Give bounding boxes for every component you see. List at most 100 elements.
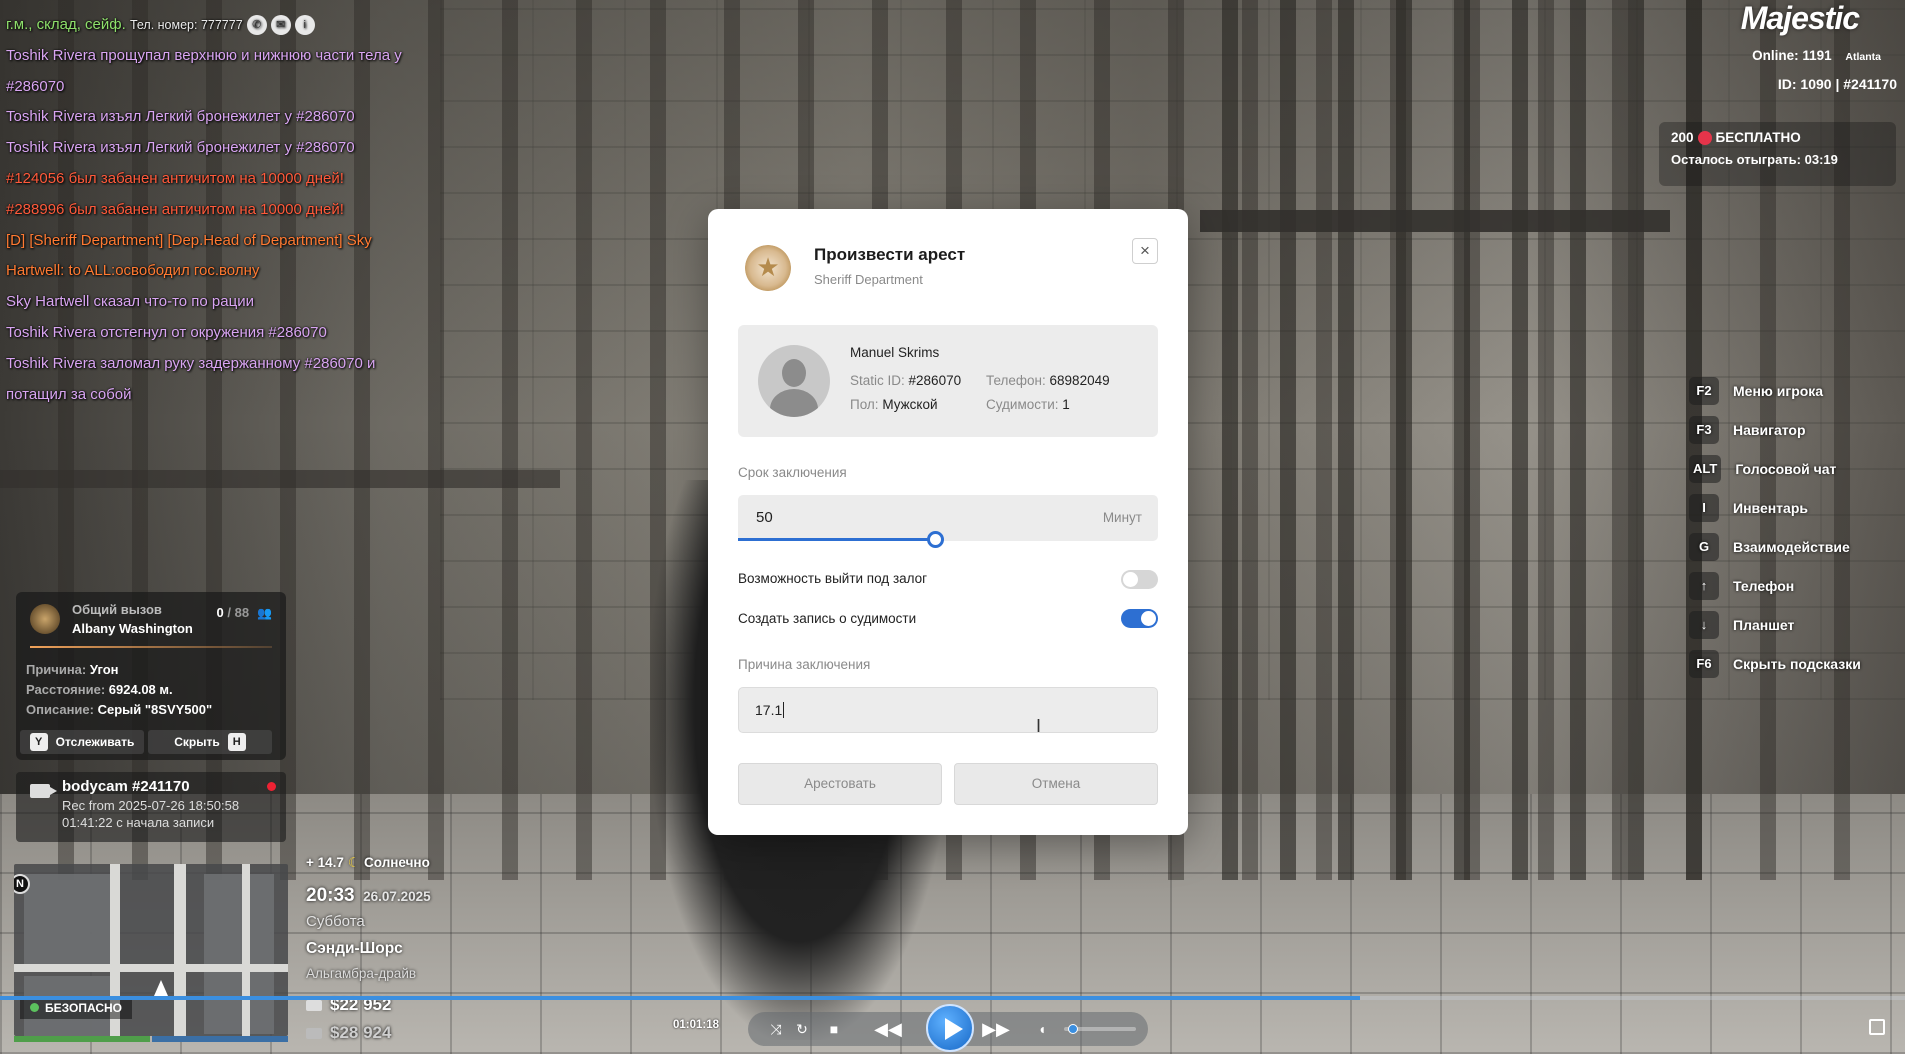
bodycam-rec-start: Rec from 2025-07-26 18:50:58 <box>62 798 240 813</box>
armor-bar <box>152 1036 288 1042</box>
cell-bars-right <box>1180 0 1710 880</box>
arrow-down-icon: ↓ <box>1689 610 1719 639</box>
key-cap: H <box>227 733 246 751</box>
suspect-convictions: Судимости: 1 <box>986 397 1070 412</box>
record-toggle[interactable] <box>1121 609 1158 628</box>
chat-line: #286070 <box>6 77 65 95</box>
chat-line: Toshik Rivera изъял Легкий бронежилет у … <box>6 139 355 157</box>
online-value: 1191 <box>1802 48 1832 63</box>
fast-forward-icon[interactable]: ▶▶ <box>976 1017 1016 1041</box>
close-button[interactable]: × <box>1132 238 1158 264</box>
term-label: Срок заключения <box>738 465 847 480</box>
coin-icon <box>1697 131 1712 146</box>
camera-icon <box>30 784 57 798</box>
stop-icon[interactable]: ■ <box>824 1017 844 1041</box>
arrow-up-icon: ↑ <box>1689 571 1719 600</box>
chat-line: Sky Hartwell сказал что-то по рации <box>6 293 254 311</box>
key-cap: F6 <box>1689 649 1719 678</box>
player-arrow-icon <box>154 980 168 996</box>
bail-option-label: Возможность выйти под залог <box>738 571 928 586</box>
shuffle-icon[interactable]: ⤨ <box>766 1017 786 1041</box>
suspect-phone: Телефон: 68982049 <box>986 373 1110 388</box>
reason-label: Причина заключения <box>738 657 871 672</box>
phone-icon[interactable]: ✆ <box>246 15 267 36</box>
hint-label: Голосовой чат <box>1735 460 1837 477</box>
suspect-sex: Пол: Мужской <box>850 397 938 412</box>
chat-feed: г.м., склад, сейф. Тел. номер: 777777 ✆ ✉ i… <box>6 10 436 410</box>
cell-beam <box>1200 210 1670 232</box>
term-value: 50 <box>756 509 773 526</box>
bodycam-title: bodycam #241170 <box>62 778 190 795</box>
hint-label: Взаимодействие <box>1733 538 1850 555</box>
phone-number-meta: Тел. номер: 777777 <box>129 18 243 32</box>
term-slider[interactable] <box>738 531 1158 548</box>
map-block <box>24 874 110 964</box>
hint-label: Меню игрока <box>1733 382 1824 399</box>
bodycam-overlay: bodycam #241170 Rec from 2025-07-26 18:5… <box>16 772 286 842</box>
player-id: ID: 1090 | #241170 <box>1777 76 1897 92</box>
map-road <box>242 864 250 1036</box>
call-type: Общий вызов <box>72 602 162 617</box>
recording-dot-icon <box>267 782 276 791</box>
bonus-amount: 200 <box>1671 130 1694 145</box>
bonus-free: БЕСПЛАТНО <box>1715 130 1801 145</box>
suspect-static-id: Static ID: #286070 <box>850 373 962 388</box>
moon-icon: ☾ <box>347 855 361 870</box>
reason-input[interactable]: 17.1 <box>738 687 1158 733</box>
video-timecode: 01:01:18 <box>673 1019 720 1031</box>
volume-slider[interactable] <box>1064 1024 1136 1034</box>
bonus-remaining-label: Осталось отыграть: <box>1671 152 1801 168</box>
key-cap: I <box>1689 493 1719 522</box>
message-icon[interactable]: ✉ <box>270 15 291 36</box>
term-slider-knob[interactable] <box>927 531 945 548</box>
info-icon[interactable]: i <box>294 15 315 36</box>
safe-zone-badge: БЕЗОПАСНО <box>20 999 132 1019</box>
bodycam-elapsed: 01:41:22 с начала записи <box>62 815 215 830</box>
chat-line: #124056 был забанен античитом на 10000 д… <box>6 169 344 187</box>
repeat-icon[interactable]: ↻ <box>792 1017 812 1041</box>
responders-count: 0 / 88 👥 <box>216 605 273 620</box>
chat-line: Hartwell: to ALL:освободил гос.волну <box>6 262 260 280</box>
record-option-label: Создать запись о судимости <box>738 611 917 626</box>
location-street: Альгамбра-драйв <box>306 966 417 981</box>
server-logo: Majestic <box>1740 0 1860 36</box>
rewind-icon[interactable]: ◀◀ <box>868 1017 908 1041</box>
fullscreen-icon[interactable] <box>1869 1019 1885 1035</box>
text-caret <box>783 702 785 718</box>
people-icon: 👥 <box>257 606 272 620</box>
chat-line: [D] [Sheriff Department] [Dep.Head of De… <box>6 231 372 249</box>
volume-icon[interactable]: ◖ <box>1032 1017 1052 1041</box>
hint-navigator: F3 Навигатор <box>1689 410 1899 449</box>
sheriff-badge-icon <box>30 604 60 634</box>
caller-name: Albany Washington <box>72 621 193 636</box>
shield-icon <box>30 1003 39 1012</box>
play-button[interactable] <box>926 1004 974 1052</box>
map-road <box>174 864 186 1036</box>
online-label: Online: <box>1752 48 1799 63</box>
arrest-button[interactable]: Арестовать <box>738 763 942 805</box>
track-call-button[interactable]: Y Отслеживать <box>20 730 144 754</box>
bonus-remaining-time: 03:19 <box>1804 152 1838 168</box>
volume-knob[interactable] <box>1068 1024 1078 1034</box>
game-date: 26.07.2025 <box>363 889 431 904</box>
term-slider-fill <box>738 538 936 541</box>
key-cap: F2 <box>1689 376 1719 405</box>
cancel-button[interactable]: Отмена <box>954 763 1158 805</box>
health-bar <box>14 1036 150 1042</box>
key-cap: F3 <box>1689 415 1719 444</box>
hide-call-button[interactable]: Скрыть H <box>148 730 272 754</box>
term-input[interactable]: 50 Минут <box>738 495 1158 541</box>
key-cap: ALT <box>1689 454 1722 483</box>
call-description: Серый "8SVY500" <box>97 702 213 717</box>
bail-toggle[interactable] <box>1121 570 1158 589</box>
hint-label: Телефон <box>1733 577 1795 594</box>
video-progress-bar[interactable] <box>0 996 1905 1000</box>
status-bars <box>14 1036 288 1042</box>
dispatch-call-card: Общий вызов Albany Washington 0 / 88 👥 Пр… <box>16 592 286 760</box>
temperature: + 14.7 <box>306 855 344 870</box>
call-details: Причина: Угон Расстояние: 6924.08 м. Опи… <box>26 662 213 717</box>
suspect-card: Manuel Skrims Static ID: #286070 Телефон… <box>738 325 1158 437</box>
chat-line: Toshik Rivera заломал руку задержанному … <box>6 354 376 372</box>
hint-voice-chat: ALT Голосовой чат <box>1689 449 1899 488</box>
server-name: Atlanta <box>1845 51 1881 63</box>
